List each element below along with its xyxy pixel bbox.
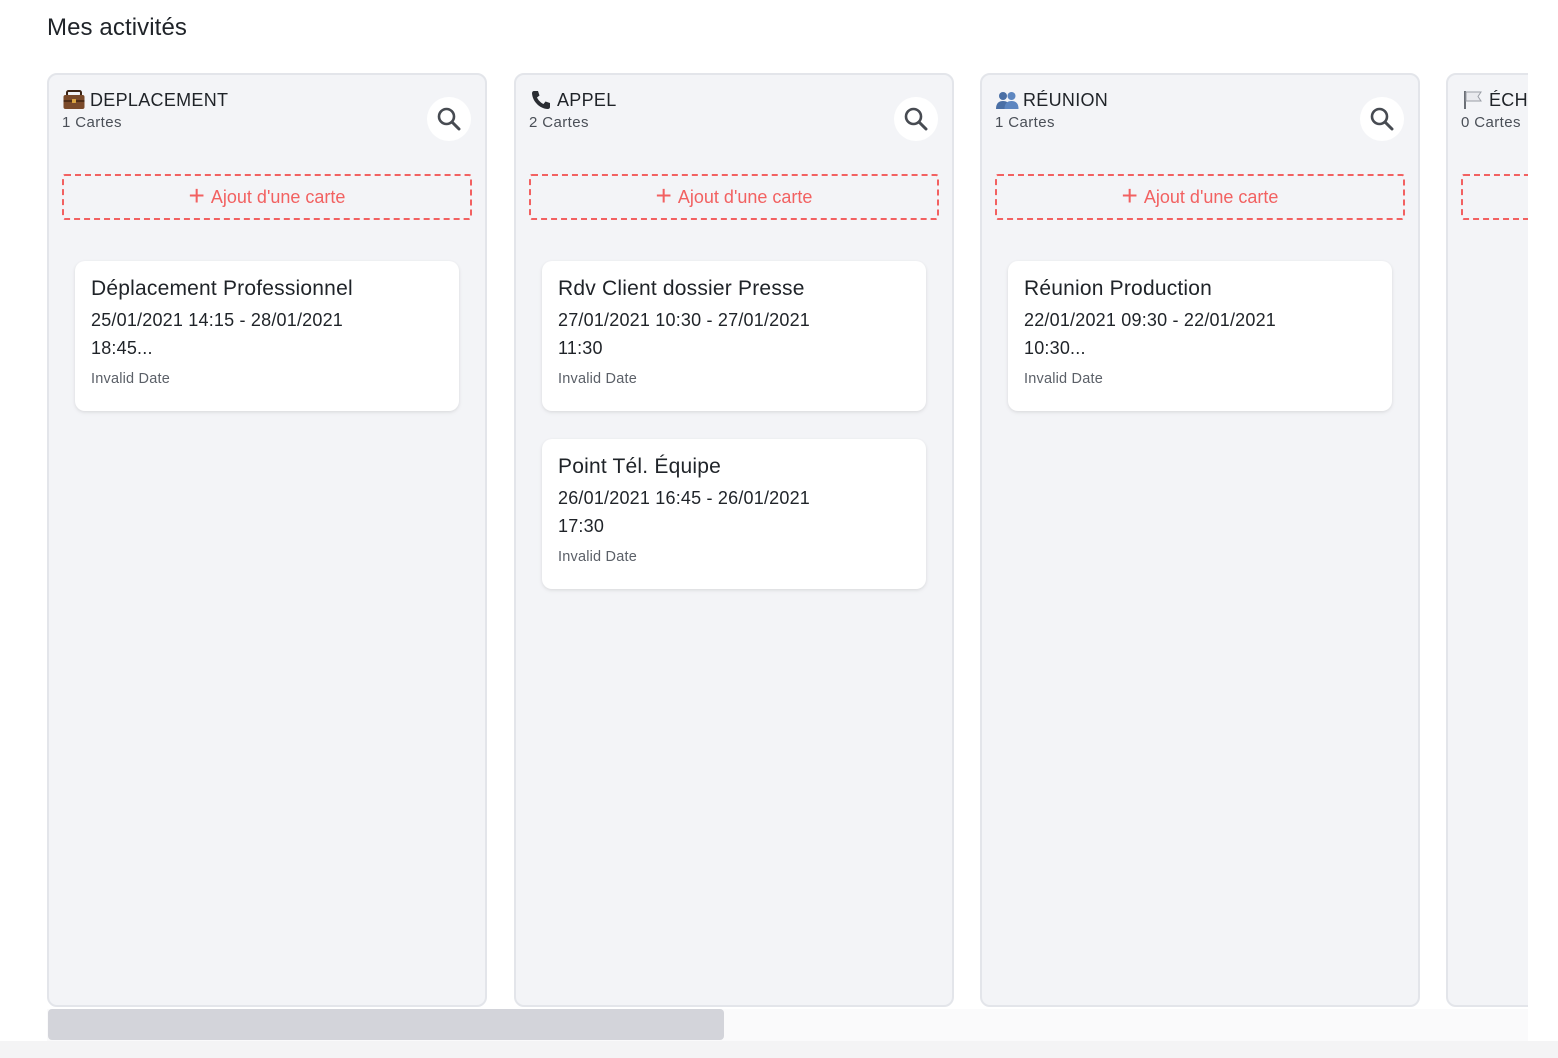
card-title: Réunion Production: [1024, 277, 1213, 300]
column-header: RÉUNION 1 Cartes: [995, 89, 1405, 141]
column-title: DEPLACEMENT: [90, 89, 229, 110]
column-card-count: 1 Cartes: [995, 114, 1055, 131]
card-dates: 26/01/2021 16:45 - 26/01/2021 17:30: [558, 488, 811, 536]
search-icon: [437, 107, 461, 131]
horizontal-scrollbar-thumb[interactable]: [48, 1009, 724, 1040]
column-title: ÉCHÉANCE: [1489, 89, 1528, 110]
card-meta: Invalid Date: [91, 371, 170, 387]
flag-icon: [1461, 89, 1485, 111]
card-dates: 27/01/2021 10:30 - 27/01/2021 11:30: [558, 310, 811, 358]
card-dates: 25/01/2021 14:15 - 28/01/2021 18:45...: [91, 310, 344, 358]
plus-icon: +: [655, 180, 672, 211]
activity-card[interactable]: Rdv Client dossier Presse 27/01/2021 10:…: [542, 261, 926, 411]
people-icon: [995, 89, 1019, 111]
column-deplacement: DEPLACEMENT 1 Cartes + Ajout d'une carte…: [47, 73, 487, 1007]
column-reunion: RÉUNION 1 Cartes + Ajout d'une carte Réu…: [980, 73, 1420, 1007]
column-card-count: 2 Cartes: [529, 114, 589, 131]
column-card-count: 0 Cartes: [1461, 114, 1521, 131]
bottom-strip: [0, 1041, 1558, 1058]
add-card-label: Ajout d'une carte: [677, 186, 813, 207]
card-meta: Invalid Date: [1024, 371, 1103, 387]
activity-card[interactable]: Réunion Production 22/01/2021 09:30 - 22…: [1008, 261, 1392, 411]
add-card-label: Ajout d'une carte: [210, 186, 346, 207]
column-header: DEPLACEMENT 1 Cartes: [62, 89, 472, 141]
column-search-button[interactable]: [894, 97, 938, 141]
page-title: Mes activités: [47, 14, 188, 41]
column-card-count: 1 Cartes: [62, 114, 122, 131]
plus-icon: +: [188, 180, 205, 211]
card-dates: 22/01/2021 09:30 - 22/01/2021 10:30...: [1024, 310, 1277, 358]
card-title: Déplacement Professionnel: [91, 277, 353, 300]
column-search-button[interactable]: [427, 97, 471, 141]
activity-card[interactable]: Déplacement Professionnel 25/01/2021 14:…: [75, 261, 459, 411]
column-title: APPEL: [557, 89, 617, 110]
column-header: ÉCHÉANCE 0 Cartes: [1461, 89, 1528, 139]
column-title: RÉUNION: [1023, 89, 1109, 110]
column-search-button[interactable]: [1360, 97, 1404, 141]
card-meta: Invalid Date: [558, 371, 637, 387]
search-icon: [904, 107, 928, 131]
kanban-board: DEPLACEMENT 1 Cartes + Ajout d'une carte…: [47, 73, 1528, 1007]
briefcase-icon: [62, 89, 86, 111]
add-card-button[interactable]: + Ajout d'une carte: [995, 174, 1405, 220]
add-card-label: Ajout d'une carte: [1143, 186, 1279, 207]
card-meta: Invalid Date: [558, 549, 637, 565]
phone-icon: [529, 89, 553, 111]
add-card-button[interactable]: + Ajout d'une carte: [62, 174, 472, 220]
column-echeance: ÉCHÉANCE 0 Cartes + Ajout d'une carte: [1446, 73, 1528, 1007]
search-icon: [1370, 107, 1394, 131]
activity-card[interactable]: Point Tél. Équipe 26/01/2021 16:45 - 26/…: [542, 439, 926, 589]
add-card-button[interactable]: + Ajout d'une carte: [529, 174, 939, 220]
card-title: Point Tél. Équipe: [558, 455, 721, 478]
board-viewport: DEPLACEMENT 1 Cartes + Ajout d'une carte…: [47, 73, 1528, 1009]
column-header: APPEL 2 Cartes: [529, 89, 939, 141]
card-title: Rdv Client dossier Presse: [558, 277, 805, 300]
column-appel: APPEL 2 Cartes + Ajout d'une carte Rdv C…: [514, 73, 954, 1007]
plus-icon: +: [1121, 180, 1138, 211]
add-card-button[interactable]: + Ajout d'une carte: [1461, 174, 1528, 220]
